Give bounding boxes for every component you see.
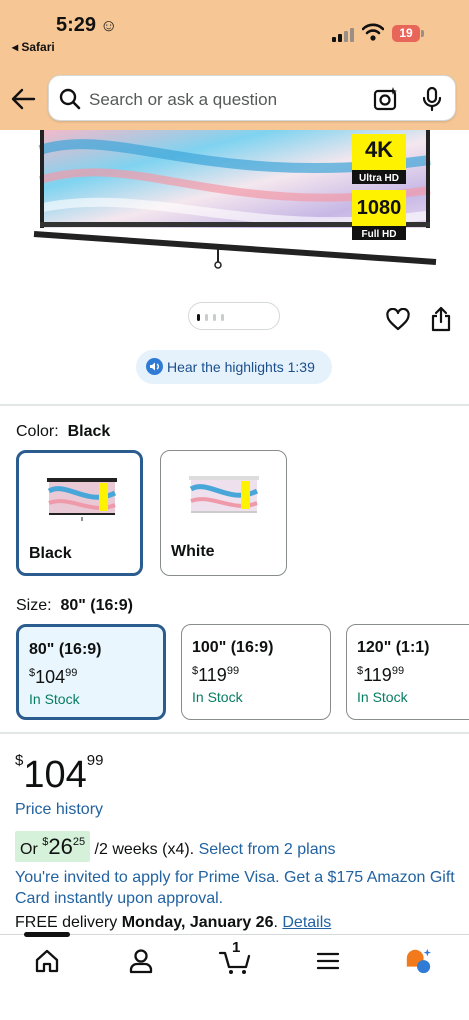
camera-icon[interactable] xyxy=(373,86,399,112)
product-image[interactable]: 4K Ultra HD 1080 Full HD xyxy=(30,130,440,280)
mic-icon[interactable] xyxy=(421,86,443,112)
badge-ultra-hd: Ultra HD xyxy=(359,173,399,184)
search-bar[interactable]: Search or ask a question xyxy=(48,75,456,121)
size-name: 100" (16:9) xyxy=(192,639,274,656)
black-screen-thumbnail xyxy=(47,478,117,521)
size-option-120[interactable]: 120" (1:1) $11999 In Stock xyxy=(346,624,469,720)
signal-icon xyxy=(332,26,356,42)
hear-highlights-label: Hear the highlights 1:39 xyxy=(167,359,315,375)
stock-status: In Stock xyxy=(29,691,80,707)
installment-amount: Or $2625 xyxy=(15,831,91,862)
home-icon[interactable] xyxy=(33,947,61,975)
hear-highlights-button[interactable]: Hear the highlights 1:39 xyxy=(136,350,332,384)
section-divider xyxy=(0,404,469,406)
select-plans-link[interactable]: Select from 2 plans xyxy=(199,841,336,858)
bottom-navigation: 1 xyxy=(0,934,469,1020)
battery-icon: 19 xyxy=(392,25,424,42)
focus-icon: ☺ xyxy=(100,16,118,35)
size-label: Size: 80" (16:9) xyxy=(16,597,133,614)
color-option-black[interactable]: Black xyxy=(16,450,143,576)
status-time: 5:29 ☺ xyxy=(56,14,118,36)
stock-status: In Stock xyxy=(357,689,408,705)
back-to-safari-link[interactable]: ◂ Safari xyxy=(12,40,55,54)
header: 5:29 ☺ ◂ Safari 19 Search or ask a questi… xyxy=(0,0,469,130)
stock-status: In Stock xyxy=(192,689,243,705)
delivery-date: Monday, January 26 xyxy=(121,914,274,931)
image-carousel-indicator[interactable] xyxy=(188,302,280,330)
wifi-icon xyxy=(362,23,384,41)
color-option-name: Black xyxy=(29,545,72,562)
badge-4k: 4K xyxy=(365,137,393,162)
price-history-link[interactable]: Price history xyxy=(15,801,103,819)
color-option-name: White xyxy=(171,543,215,560)
section-divider xyxy=(0,732,469,734)
speaker-icon xyxy=(146,358,163,375)
size-price: $11999 xyxy=(192,665,240,685)
size-price: $10499 xyxy=(29,667,78,687)
badge-full-hd: Full HD xyxy=(362,229,397,240)
search-input[interactable]: Search or ask a question xyxy=(89,90,277,110)
size-option-100[interactable]: 100" (16:9) $11999 In Stock xyxy=(181,624,331,720)
back-arrow-icon[interactable] xyxy=(10,86,36,112)
size-name: 80" (16:9) xyxy=(29,641,102,658)
white-screen-thumbnail xyxy=(189,476,259,513)
size-name: 120" (1:1) xyxy=(357,639,430,656)
delivery-info: FREE delivery Monday, January 26. Detail… xyxy=(15,914,332,931)
prime-visa-offer-link[interactable]: You're invited to apply for Prime Visa. … xyxy=(15,867,455,909)
installment-offer: Or $2625 /2 weeks (x4). Select from 2 pl… xyxy=(15,831,336,862)
scroll-indicator xyxy=(24,932,70,937)
color-option-white[interactable]: White xyxy=(160,450,287,576)
delivery-details-link[interactable]: Details xyxy=(282,914,331,931)
size-option-80[interactable]: 80" (16:9) $10499 In Stock xyxy=(16,624,166,720)
account-icon[interactable] xyxy=(127,947,155,975)
rufus-icon[interactable] xyxy=(404,947,432,975)
cart-button[interactable]: 1 xyxy=(218,939,252,975)
cart-count: 1 xyxy=(232,939,241,956)
product-price: $10499 xyxy=(15,752,104,796)
heart-icon[interactable] xyxy=(386,308,410,332)
size-price: $11999 xyxy=(357,665,405,685)
share-icon[interactable] xyxy=(430,306,452,332)
badge-1080: 1080 xyxy=(357,197,402,219)
color-label: Color: Black xyxy=(16,423,111,440)
menu-icon[interactable] xyxy=(314,947,342,975)
search-icon xyxy=(59,88,81,110)
